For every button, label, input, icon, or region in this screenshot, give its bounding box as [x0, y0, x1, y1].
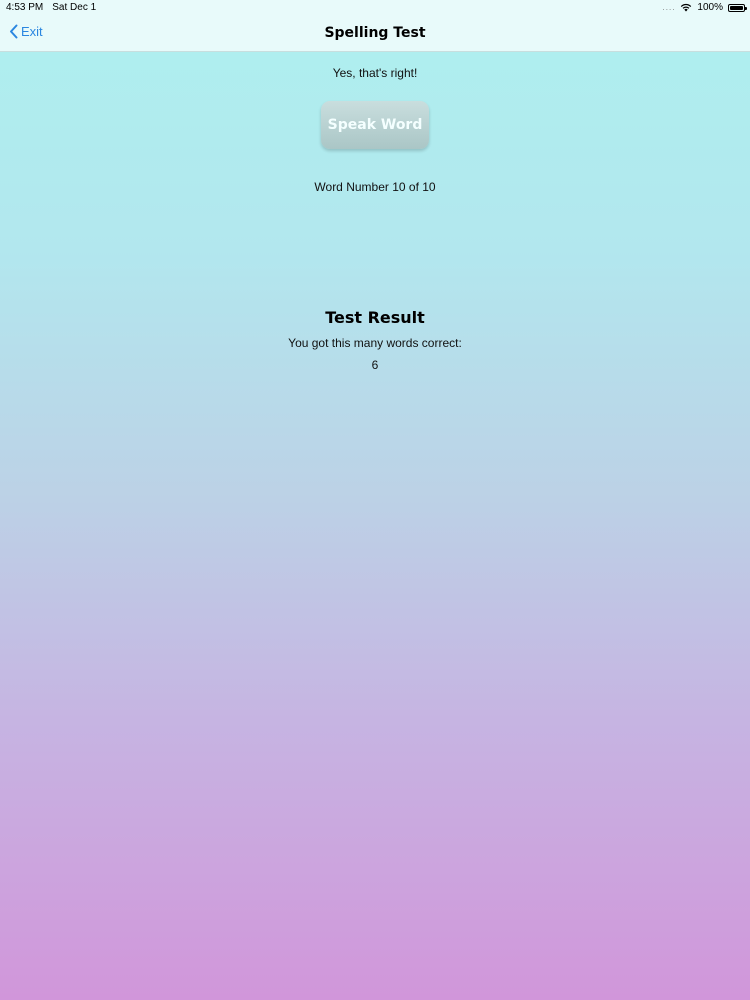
wifi-icon — [680, 3, 692, 12]
status-right: .... 100% — [662, 2, 747, 13]
test-result-score: 6 — [371, 358, 379, 372]
status-time: 4:53 PM — [6, 2, 44, 13]
page-title: Spelling Test — [324, 25, 426, 41]
signal-icon: .... — [662, 3, 676, 12]
test-result-text: You got this many words correct: — [288, 336, 462, 350]
word-number-label: Word Number 10 of 10 — [314, 180, 436, 194]
battery-percent: 100% — [697, 2, 723, 13]
status-left: 4:53 PM Sat Dec 1 — [6, 2, 96, 13]
feedback-message: Yes, that's right! — [332, 66, 418, 80]
status-date: Sat Dec 1 — [52, 2, 97, 13]
status-bar: 4:53 PM Sat Dec 1 .... 100% — [0, 0, 750, 16]
test-result-title: Test Result — [325, 308, 425, 327]
navigation-bar: Exit Spelling Test — [0, 16, 750, 52]
battery-icon — [728, 3, 747, 12]
speak-word-button[interactable]: Speak Word — [321, 101, 429, 149]
